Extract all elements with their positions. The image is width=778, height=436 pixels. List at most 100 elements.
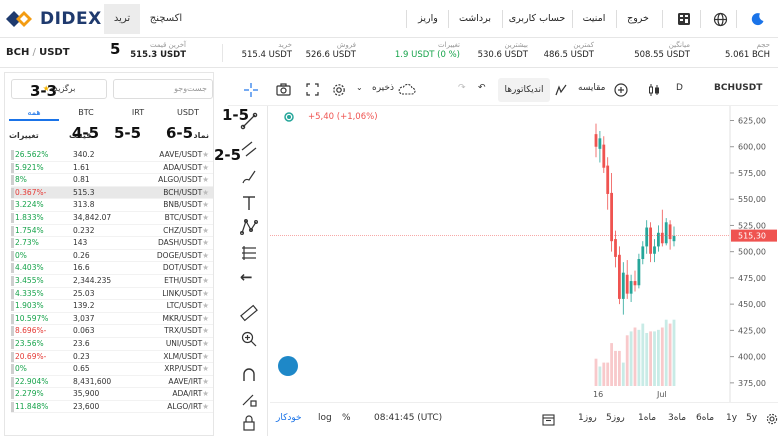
star-icon[interactable]: ★ <box>202 364 209 373</box>
market-row[interactable]: 0% 0.26 DOGE/USDT★ <box>11 250 213 263</box>
arrow-left-icon[interactable]: ← <box>240 268 258 286</box>
star-icon[interactable]: ★ <box>202 163 209 172</box>
compare-label[interactable]: مقایسه <box>578 83 605 93</box>
undo-icon[interactable]: ↶ <box>478 83 486 93</box>
range-1y[interactable]: 1y <box>726 413 737 423</box>
fullscreen-icon[interactable] <box>306 83 319 99</box>
crosshair-icon[interactable] <box>242 81 260 102</box>
tab-all[interactable]: همه <box>9 105 59 121</box>
star-icon[interactable]: ★ <box>202 238 209 247</box>
ruler-icon[interactable] <box>240 304 258 322</box>
star-icon[interactable]: ★ <box>202 402 209 411</box>
star-icon[interactable]: ★ <box>202 314 209 323</box>
candles-icon[interactable] <box>648 83 660 100</box>
star-icon[interactable]: ★ <box>202 289 209 298</box>
calendar-icon[interactable] <box>542 413 555 429</box>
range-3m[interactable]: 3ماه <box>668 413 686 423</box>
star-icon[interactable]: ★ <box>202 326 209 335</box>
calculator-icon[interactable] <box>674 9 694 29</box>
symbol-selector[interactable]: BCHUSDT <box>714 83 762 93</box>
market-row[interactable]: 4.403% 16.6 DOT/USDT★ <box>11 262 213 275</box>
market-row[interactable]: 23.56% 23.6 UNI/USDT★ <box>11 338 213 351</box>
settings-gear-icon[interactable] <box>332 83 346 100</box>
star-icon[interactable]: ★ <box>202 200 209 209</box>
market-row[interactable]: 26.562% 340.2 AAVE/USDT★ <box>11 149 213 162</box>
star-icon[interactable]: ★ <box>202 389 209 398</box>
trend-line-icon[interactable] <box>240 112 258 130</box>
auto-scale-button[interactable]: خودکار <box>276 413 302 423</box>
indicators-button[interactable]: اندیکاتورها <box>498 78 550 102</box>
market-row[interactable]: 11.848% 23,600 ALGO/IRT★ <box>11 401 213 414</box>
range-1d[interactable]: 1روز <box>578 413 597 423</box>
pencil-lock-icon[interactable] <box>240 390 258 408</box>
nav-deposit[interactable]: واریز <box>412 0 444 38</box>
star-icon[interactable]: ★ <box>202 188 209 197</box>
star-icon[interactable]: ★ <box>202 377 209 386</box>
chevron-down-icon[interactable]: ⌄ <box>356 83 363 92</box>
brand-logo[interactable]: DIDEX <box>6 8 102 30</box>
save-button[interactable]: ذخیره <box>372 83 394 93</box>
camera-icon[interactable] <box>276 83 291 99</box>
add-circle-icon[interactable] <box>614 83 628 100</box>
lock-icon[interactable] <box>240 414 258 432</box>
star-icon[interactable]: ★ <box>202 352 209 361</box>
tab-exchange[interactable]: اکسچنج <box>142 4 190 34</box>
market-row[interactable]: 1.754% 0.232 CHZ/USDT★ <box>11 225 213 238</box>
indicator-fx-icon[interactable] <box>554 83 568 100</box>
market-row[interactable]: 5.921% 1.61 ADA/USDT★ <box>11 162 213 175</box>
market-row[interactable]: 20.69%- 0.23 XLM/USDT★ <box>11 351 213 364</box>
star-icon[interactable]: ★ <box>202 263 209 272</box>
zoom-in-icon[interactable] <box>240 330 258 348</box>
nav-withdraw[interactable]: برداشت <box>452 0 498 38</box>
market-row[interactable]: 10.597% 3,037 MKR/USDT★ <box>11 313 213 326</box>
clock-time[interactable]: 08:41:45 (UTC) <box>374 413 442 423</box>
tab-trade[interactable]: ترید <box>104 4 140 34</box>
star-icon[interactable]: ★ <box>202 150 209 159</box>
market-search-input[interactable]: جست‌وجو <box>113 79 213 99</box>
log-scale-button[interactable]: log <box>318 413 332 423</box>
market-row[interactable]: 2.73% 143 DASH/USDT★ <box>11 237 213 250</box>
range-1m[interactable]: 1ماه <box>638 413 656 423</box>
star-icon[interactable]: ★ <box>202 339 209 348</box>
market-row[interactable]: 8.696%- 0.063 TRX/USDT★ <box>11 325 213 338</box>
nav-logout[interactable]: خروج <box>620 0 656 38</box>
market-row[interactable]: 3.224% 313.8 BNB/USDT★ <box>11 199 213 212</box>
market-row[interactable]: 0% 0.65 XRP/USDT★ <box>11 363 213 376</box>
star-icon[interactable]: ★ <box>202 213 209 222</box>
brush-icon[interactable] <box>240 168 258 186</box>
percent-scale-button[interactable]: % <box>342 413 351 423</box>
col-symbol-header[interactable]: نماد <box>194 131 209 140</box>
chart-settings-icon[interactable] <box>766 413 778 428</box>
fib-icon[interactable] <box>240 244 258 262</box>
nav-account[interactable]: حساب کاربری <box>506 0 568 38</box>
parallel-channel-icon[interactable] <box>240 140 258 158</box>
star-icon[interactable]: ★ <box>202 251 209 260</box>
moon-icon[interactable] <box>748 9 768 29</box>
market-row[interactable]: 8% 0.81 ALGO/USDT★ <box>11 174 213 187</box>
tab-irt[interactable]: IRT <box>113 105 163 121</box>
market-row[interactable]: 1.903% 139.2 LTC/USDT★ <box>11 300 213 313</box>
market-row[interactable]: 1.833% 34,842.07 BTC/USDT★ <box>11 212 213 225</box>
market-row[interactable]: 22.904% 8,431,600 AAVE/IRT★ <box>11 376 213 389</box>
market-row[interactable]: 0.367%- 515.3 BCH/USDT★ <box>11 186 213 200</box>
favorites-button[interactable]: ★برگزیده <box>11 79 107 99</box>
cloud-icon[interactable] <box>398 83 416 98</box>
star-icon[interactable]: ★ <box>202 301 209 310</box>
range-6m[interactable]: 6ماه <box>696 413 714 423</box>
redo-icon[interactable]: ↷ <box>458 83 466 93</box>
market-row[interactable]: 4.335% 25.03 LINK/USDT★ <box>11 288 213 301</box>
price-chart-svg[interactable]: 625,00 600,00 575,00 550,00 525,00 500,00 475,… <box>270 106 778 402</box>
col-change-header[interactable]: تغییرات <box>9 131 39 140</box>
star-icon[interactable]: ★ <box>202 175 209 184</box>
price-chart[interactable]: 625,00 600,00 575,00 550,00 525,00 500,00 475,… <box>270 106 778 402</box>
star-icon[interactable]: ★ <box>202 226 209 235</box>
pattern-icon[interactable] <box>240 218 259 236</box>
globe-icon[interactable] <box>710 9 730 29</box>
nav-security[interactable]: امنیت <box>576 0 612 38</box>
tab-btc[interactable]: BTC <box>61 105 111 121</box>
interval-selector[interactable]: D <box>676 83 683 93</box>
star-icon[interactable]: ★ <box>202 276 209 285</box>
range-5y[interactable]: 5y <box>746 413 757 423</box>
range-5d[interactable]: 5روز <box>606 413 625 423</box>
market-row[interactable]: 2.279% 35,900 ADA/IRT★ <box>11 388 213 401</box>
